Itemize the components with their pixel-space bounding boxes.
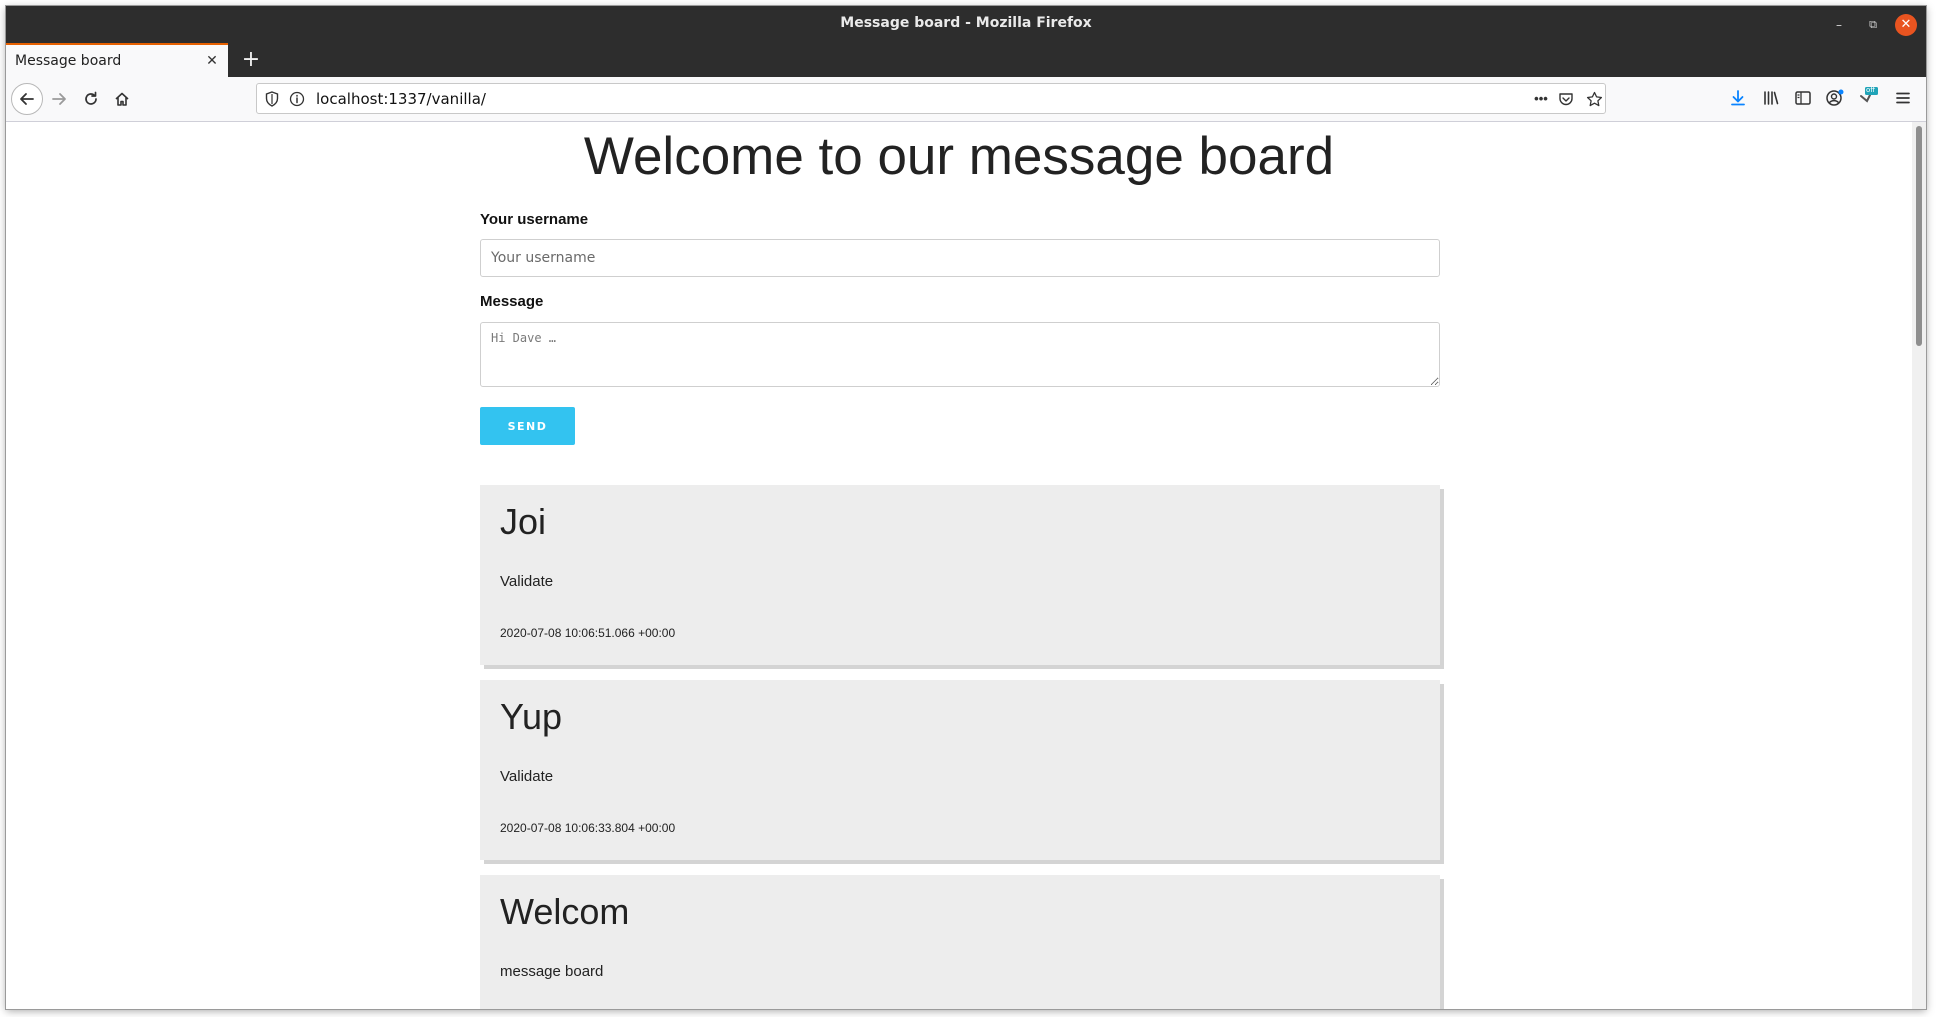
message-card: Joi Validate 2020-07-08 10:06:51.066 +00…	[480, 485, 1440, 665]
message-timestamp: 2020-07-08 10:06:51.066 +00:00	[500, 626, 676, 640]
library-icon[interactable]	[1760, 87, 1782, 109]
downloads-icon[interactable]	[1727, 87, 1749, 109]
page-title: Welcome to our message board	[583, 127, 1335, 186]
page-actions-icon[interactable]: •••	[1529, 89, 1553, 107]
message-card: Welcom message board	[480, 875, 1440, 1009]
tracking-protection-icon[interactable]	[263, 90, 281, 108]
message-author: Welcom	[500, 891, 630, 932]
site-info-icon[interactable]	[288, 90, 306, 108]
browser-window: Message board - Mozilla Firefox – ⧉ ✕ Me…	[6, 6, 1926, 1009]
message-timestamp: 2020-07-08 10:06:33.804 +00:00	[500, 821, 676, 835]
reload-icon	[85, 91, 97, 105]
tab-label: Message board	[15, 53, 122, 69]
username-label: Your username	[480, 211, 589, 228]
url-text[interactable]: localhost:1337/vanilla/	[316, 90, 486, 108]
back-arrow-icon	[20, 93, 34, 105]
extension-icon[interactable]: off	[1856, 86, 1878, 109]
home-icon	[115, 92, 129, 106]
sidebar-icon[interactable]	[1792, 87, 1814, 109]
page-scrollbar[interactable]	[1912, 122, 1926, 1009]
message-card: Yup Validate 2020-07-08 10:06:33.804 +00…	[480, 680, 1440, 860]
pocket-icon[interactable]	[1557, 90, 1575, 108]
close-window-button[interactable]: ✕	[1895, 14, 1917, 36]
bookmark-star-icon[interactable]	[1585, 90, 1603, 108]
navigation-toolbar: localhost:1337/vanilla/ ••• off	[6, 77, 1926, 122]
page-viewport: Welcome to our message board Your userna…	[6, 122, 1912, 1009]
message-author: Yup	[500, 696, 563, 737]
scrollbar-thumb[interactable]	[1916, 126, 1922, 346]
message-body: Validate	[500, 573, 554, 590]
window-title: Message board - Mozilla Firefox	[840, 15, 1092, 31]
reload-button[interactable]	[77, 85, 105, 113]
username-input[interactable]	[480, 239, 1440, 277]
restore-button[interactable]: ⧉	[1862, 14, 1884, 36]
back-button[interactable]	[11, 83, 43, 115]
message-body: Validate	[500, 768, 554, 785]
forward-button[interactable]	[45, 85, 73, 113]
menu-icon[interactable]	[1892, 87, 1914, 109]
tab-strip: Message board ✕ +	[6, 43, 1926, 77]
forward-arrow-icon	[52, 93, 66, 105]
home-button[interactable]	[108, 85, 136, 113]
message-textarea[interactable]	[480, 322, 1440, 387]
tab-close-icon[interactable]: ✕	[202, 50, 222, 70]
account-icon[interactable]	[1824, 87, 1846, 109]
send-button[interactable]: SEND	[480, 407, 575, 445]
new-tab-button[interactable]: +	[236, 45, 266, 75]
tab-message-board[interactable]: Message board ✕	[6, 43, 228, 77]
minimize-button[interactable]: –	[1828, 14, 1850, 36]
message-author: Joi	[500, 501, 547, 542]
message-body: message board	[500, 963, 604, 980]
address-bar[interactable]: localhost:1337/vanilla/ •••	[256, 83, 1606, 114]
message-label: Message	[480, 293, 544, 310]
title-bar: Message board - Mozilla Firefox – ⧉ ✕	[6, 6, 1926, 43]
extension-badge: off	[1866, 86, 1876, 94]
